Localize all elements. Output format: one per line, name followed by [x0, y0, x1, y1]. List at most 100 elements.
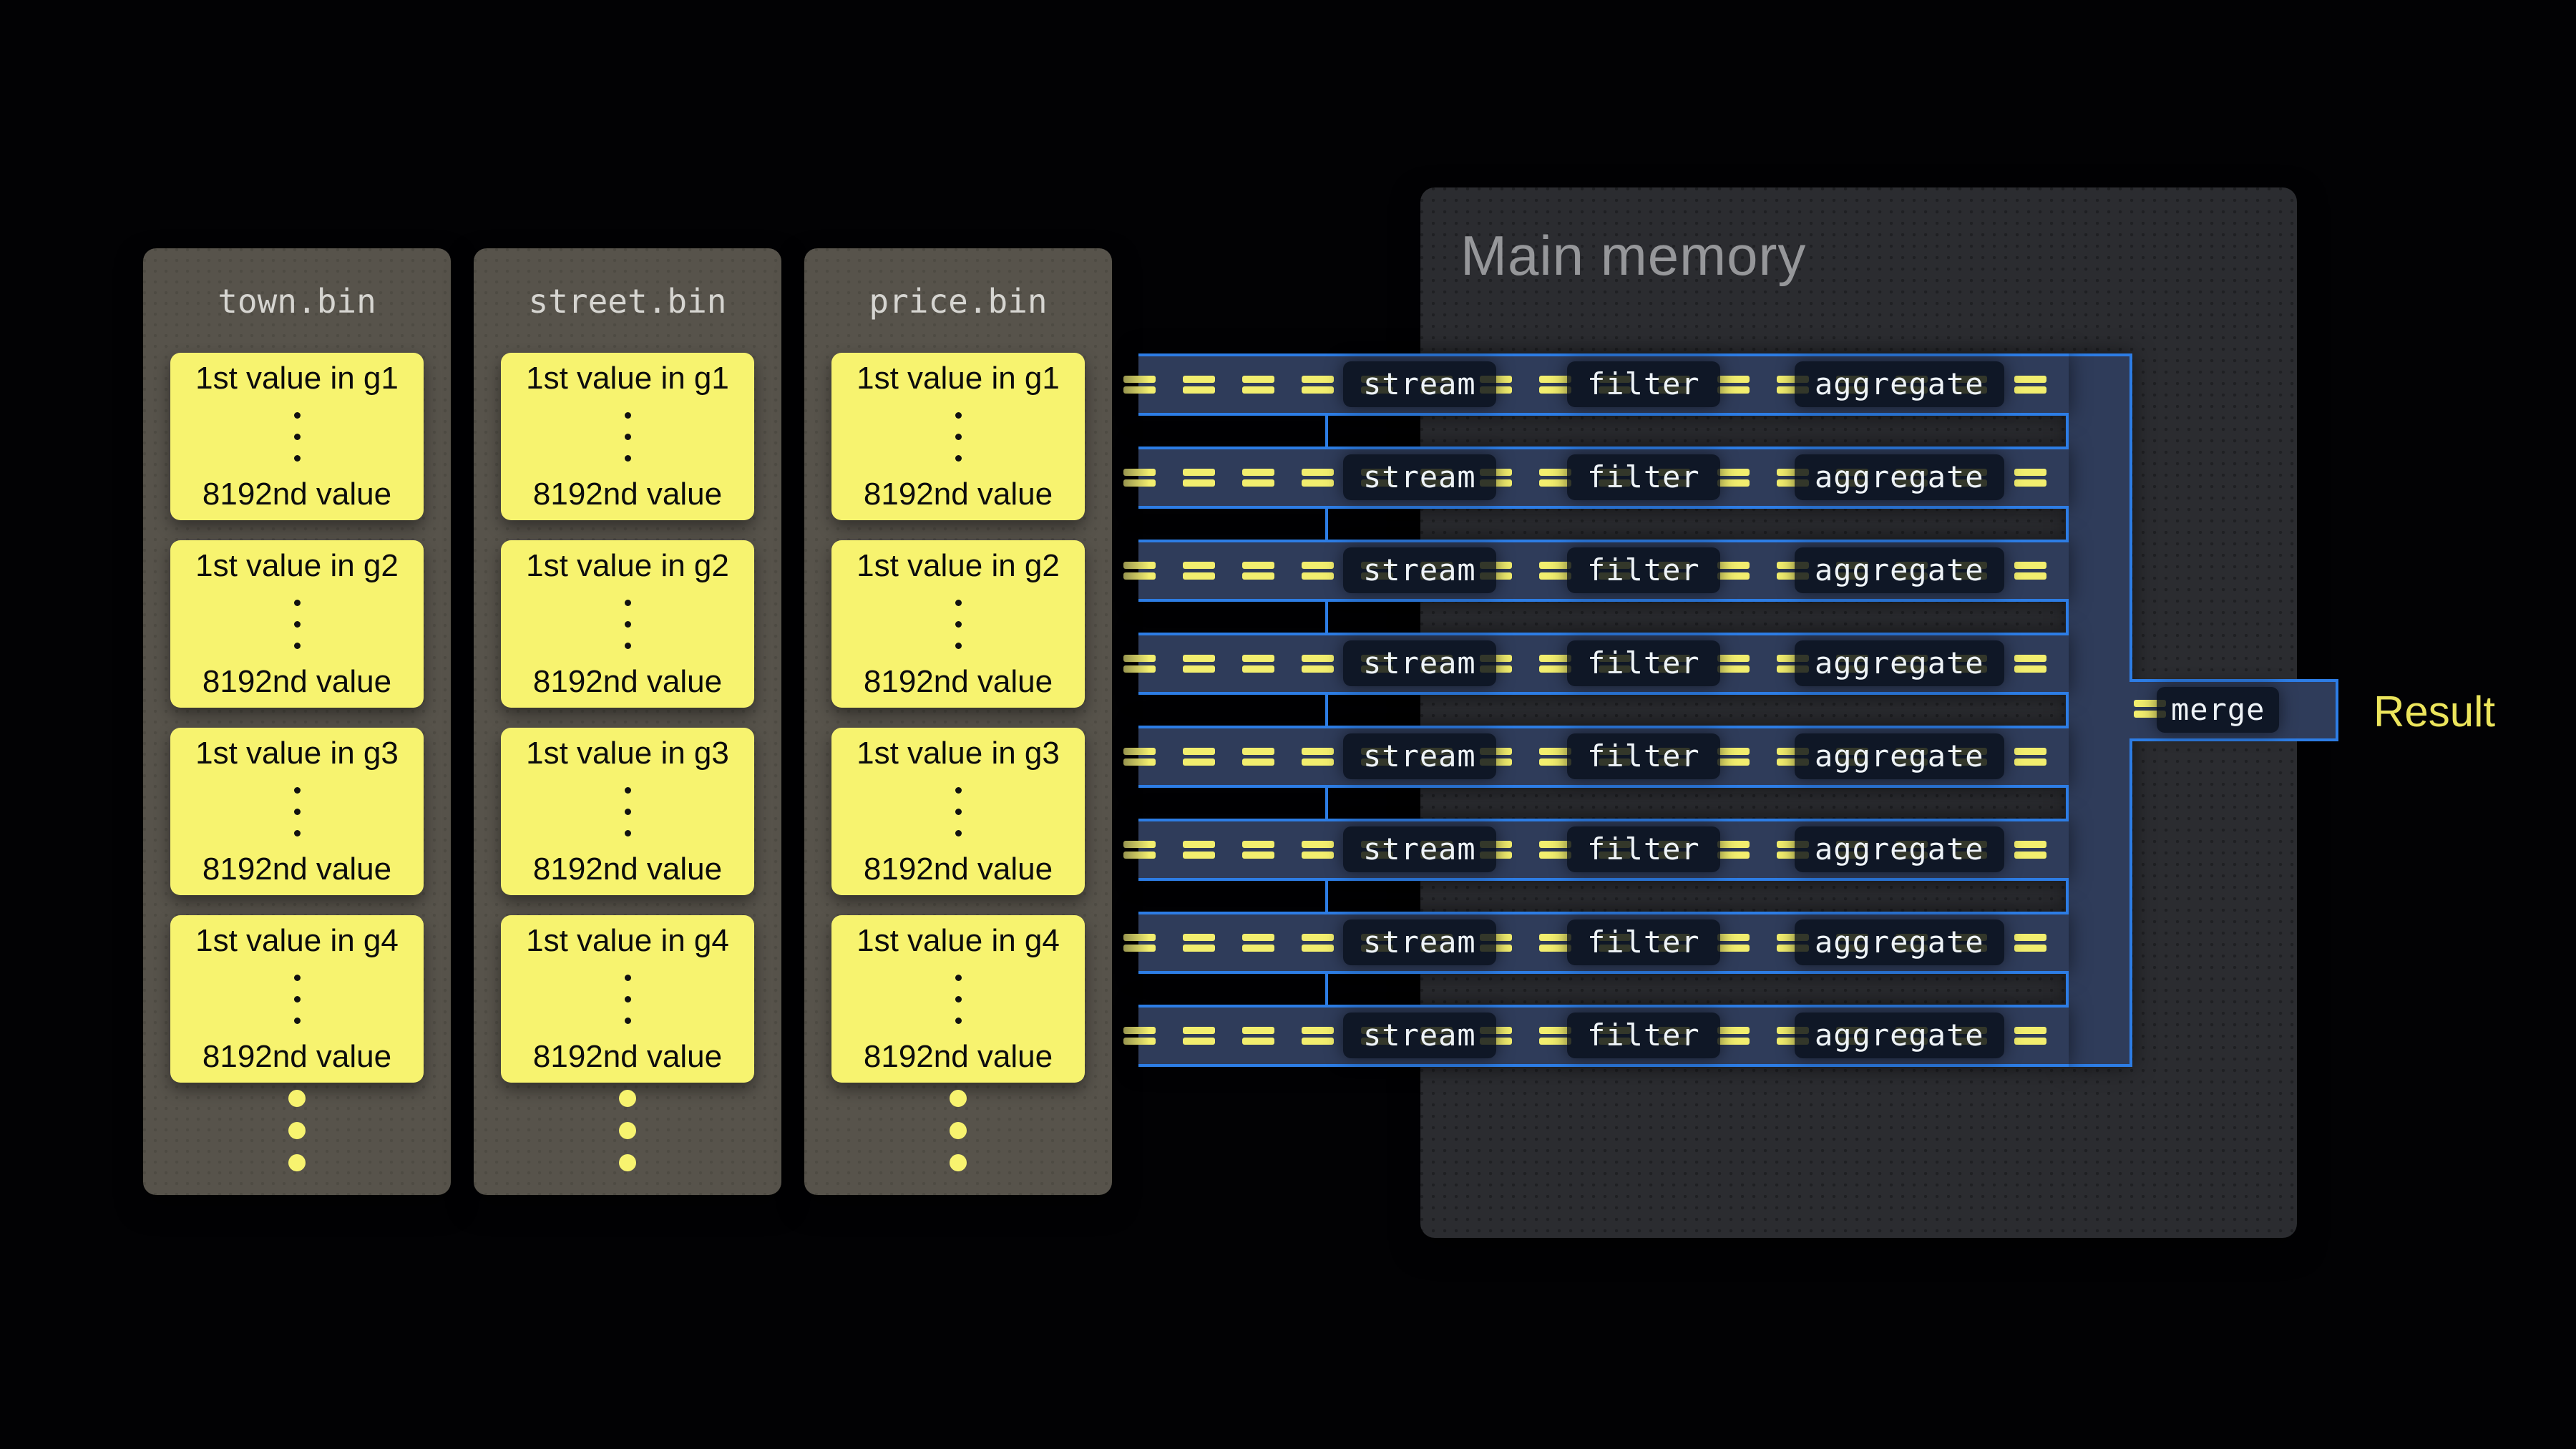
flow-equals-mark — [1242, 748, 1274, 769]
flow-equals-mark — [1183, 934, 1215, 955]
flow-dash — [1183, 1038, 1215, 1045]
flow-equals-mark — [1123, 748, 1156, 769]
flow-equals-mark — [1123, 655, 1156, 676]
value-block-first-label: 1st value in g1 — [526, 361, 729, 396]
flow-dash — [1242, 469, 1274, 476]
flow-equals-mark — [2014, 934, 2046, 955]
flow-dash — [1123, 1038, 1156, 1045]
flow-dash — [1302, 469, 1334, 476]
flow-dash — [1242, 934, 1274, 941]
stage-chip-aggregate: aggregate — [1795, 826, 2004, 872]
more-groups-dot — [288, 1122, 306, 1139]
value-block-first-label: 1st value in g4 — [526, 924, 729, 958]
stage-chip-stream: stream — [1343, 733, 1496, 779]
file-card: street.bin1st value in g18192nd value1st… — [474, 248, 781, 1195]
flow-dash — [1183, 572, 1215, 580]
flow-equals-mark — [1302, 1027, 1334, 1048]
flow-equals-mark — [2014, 841, 2046, 862]
ellipsis-dot — [294, 830, 301, 836]
stage-chip-aggregate: aggregate — [1795, 547, 2004, 593]
stage-chip-filter: filter — [1567, 361, 1720, 407]
flow-dash — [1123, 945, 1156, 952]
stage-chip-aggregate: aggregate — [1795, 919, 2004, 965]
flow-equals-mark — [1183, 841, 1215, 862]
flow-dash — [1717, 852, 1750, 859]
flow-dash — [1123, 748, 1156, 755]
value-block-last-label: 8192nd value — [533, 852, 722, 887]
ellipsis-dot — [294, 621, 301, 628]
value-block: 1st value in g48192nd value — [501, 915, 754, 1083]
ellipsis-dot — [294, 787, 301, 794]
vertical-ellipsis — [294, 412, 301, 462]
flow-dash — [1717, 469, 1750, 476]
value-block: 1st value in g18192nd value — [831, 353, 1085, 520]
flow-equals-mark — [1302, 934, 1334, 955]
diagram-canvas: Main memory town.bin1st value in g18192n… — [0, 0, 2576, 1449]
value-block-first-label: 1st value in g4 — [195, 924, 399, 958]
stage-chip-aggregate: aggregate — [1795, 454, 2004, 500]
flow-dash — [1123, 562, 1156, 569]
flow-equals-mark — [1302, 841, 1334, 862]
flow-equals-mark — [1183, 562, 1215, 583]
flow-equals-mark — [1717, 376, 1750, 397]
ellipsis-dot — [955, 455, 962, 462]
flow-dash — [1717, 934, 1750, 941]
flow-dash — [2014, 1027, 2046, 1034]
value-block-last-label: 8192nd value — [533, 477, 722, 512]
value-block-first-label: 1st value in g2 — [195, 549, 399, 583]
flow-dash — [2014, 386, 2046, 394]
flow-equals-mark — [1302, 469, 1334, 490]
value-block-last-label: 8192nd value — [203, 852, 391, 887]
file-card-header: price.bin — [804, 281, 1112, 321]
stage-chip-filter: filter — [1567, 733, 1720, 779]
flow-equals-mark — [1302, 376, 1334, 397]
flow-equals-mark — [1242, 1027, 1274, 1048]
ellipsis-dot — [625, 1018, 631, 1024]
flow-dash — [1183, 841, 1215, 848]
flow-dash — [1302, 1038, 1334, 1045]
flow-dash — [2014, 562, 2046, 569]
value-block: 1st value in g38192nd value — [831, 728, 1085, 895]
flow-dash — [1302, 376, 1334, 383]
ellipsis-dot — [294, 975, 301, 981]
flow-equals-mark — [1242, 934, 1274, 955]
value-block: 1st value in g38192nd value — [170, 728, 424, 895]
flow-dash — [1123, 1027, 1156, 1034]
pipeline-gap-connector — [1325, 692, 2069, 728]
flow-dash — [2014, 841, 2046, 848]
flow-dash — [1123, 758, 1156, 766]
ellipsis-dot — [625, 455, 631, 462]
flow-dash — [1183, 758, 1215, 766]
flow-dash — [1242, 376, 1274, 383]
ellipsis-dot — [625, 809, 631, 815]
flow-equals-mark — [1123, 376, 1156, 397]
flow-dash — [1717, 665, 1750, 673]
value-block: 1st value in g18192nd value — [170, 353, 424, 520]
flow-equals-mark — [1717, 748, 1750, 769]
ellipsis-dot — [625, 975, 631, 981]
value-block-last-label: 8192nd value — [864, 852, 1053, 887]
flow-dash — [1717, 479, 1750, 487]
flow-dash — [1302, 386, 1334, 394]
flow-dash — [1302, 945, 1334, 952]
flow-dash — [1183, 562, 1215, 569]
value-block: 1st value in g1 8192nd value — [501, 353, 754, 520]
flow-dash — [1183, 945, 1215, 952]
file-card-header: street.bin — [474, 281, 781, 321]
more-groups-dot — [288, 1090, 306, 1107]
ellipsis-dot — [955, 975, 962, 981]
flow-dash — [1717, 386, 1750, 394]
value-block-first-label: 1st value in g1 — [857, 361, 1060, 396]
flow-equals-mark — [1123, 841, 1156, 862]
file-card: price.bin1st value in g18192nd value1st … — [804, 248, 1112, 1195]
file-card-header: town.bin — [143, 281, 451, 321]
ellipsis-dot — [955, 434, 962, 440]
stage-chip-filter: filter — [1567, 919, 1720, 965]
stage-chip-filter: filter — [1567, 826, 1720, 872]
stage-chip-filter: filter — [1567, 640, 1720, 686]
flow-dash — [1717, 376, 1750, 383]
vertical-ellipsis — [625, 600, 631, 649]
flow-dash — [1302, 748, 1334, 755]
flow-equals-mark — [1717, 655, 1750, 676]
ellipsis-dot — [625, 787, 631, 794]
